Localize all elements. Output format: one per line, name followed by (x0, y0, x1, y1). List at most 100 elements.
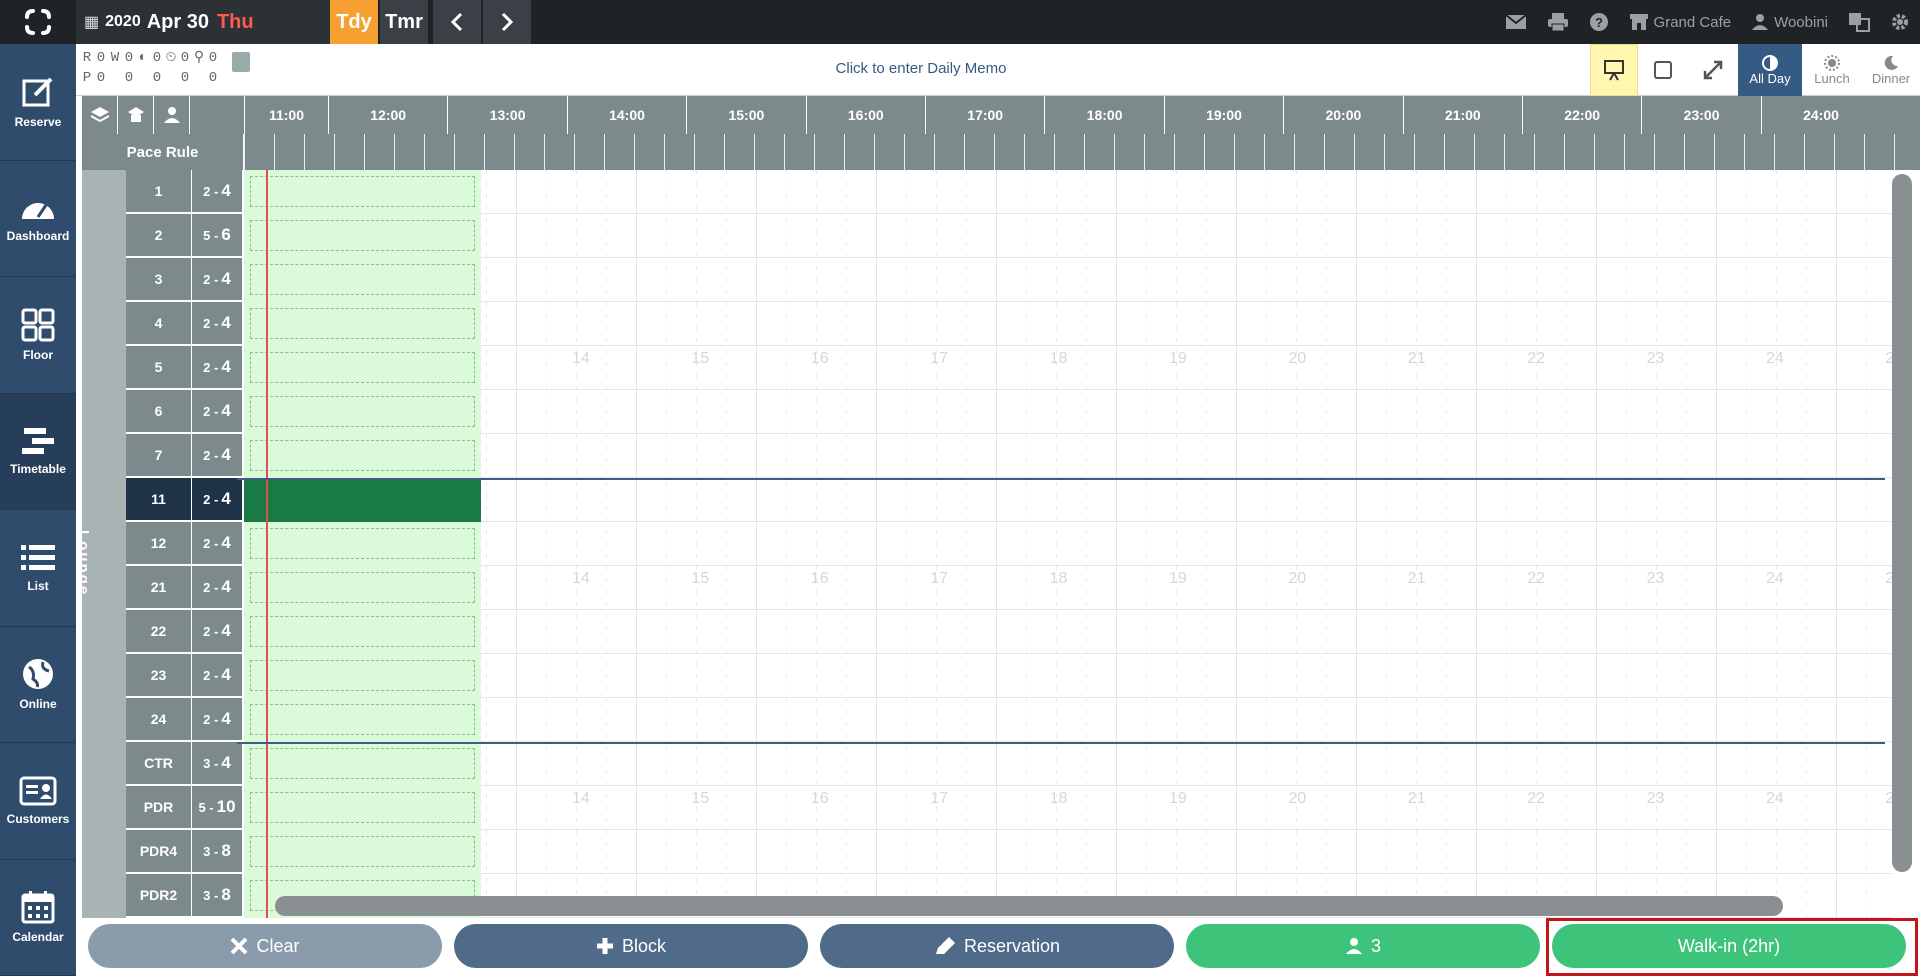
layers-icon[interactable] (82, 96, 118, 134)
sidebar-item-label: Timetable (10, 462, 66, 477)
table-row[interactable]: 21 2 -4 (126, 566, 242, 610)
shift-dinner-button[interactable]: Dinner (1862, 44, 1920, 96)
pace-tick (1234, 134, 1235, 170)
available-slot[interactable] (244, 654, 481, 698)
shift-label: Dinner (1871, 70, 1911, 86)
table-row[interactable]: 11 2 -4 (126, 478, 242, 522)
sidebar-item-list[interactable]: List (0, 510, 76, 627)
sidebar-item-reserve[interactable]: Reserve (0, 44, 76, 161)
slot-outline (250, 660, 475, 691)
help-icon[interactable]: ? (1589, 12, 1609, 32)
slot-outline (250, 220, 475, 251)
table-row[interactable]: PDR4 3 -8 (126, 830, 242, 874)
shift-lunch-button[interactable]: Lunch (1802, 44, 1862, 96)
gear-icon[interactable] (1890, 12, 1910, 32)
mail-icon[interactable] (1504, 14, 1527, 30)
party-size-button[interactable]: 3 (1186, 924, 1540, 968)
table-row[interactable]: 52 -4 (126, 346, 242, 390)
pace-tick (934, 134, 935, 170)
sidebar-item-label: Online (19, 697, 57, 712)
table-row[interactable]: 32 -4 (126, 258, 242, 302)
table-row[interactable]: 22 2 -4 (126, 610, 242, 654)
tomorrow-button[interactable]: Tmr (380, 0, 428, 44)
sidebar-item-floor[interactable]: Floor (0, 277, 76, 394)
horizontal-scrollbar[interactable] (275, 896, 1783, 916)
table-row[interactable]: 42 -4 (126, 302, 242, 346)
hour-watermark: 23 (1646, 350, 1665, 367)
capacity-icon[interactable] (154, 96, 190, 134)
pace-tick (1714, 134, 1715, 170)
capacity-max: 4 (221, 401, 231, 420)
grid-row-line (244, 301, 1892, 302)
available-slot[interactable] (244, 610, 481, 654)
half-circle-icon (1762, 54, 1778, 71)
grid-line (1326, 170, 1327, 918)
table-row[interactable]: 12 2 -4 (126, 522, 242, 566)
table-row[interactable]: 12 -4 (126, 170, 242, 214)
available-slot[interactable] (244, 434, 481, 478)
selected-slot[interactable] (244, 478, 481, 522)
block-button[interactable]: Block (454, 924, 808, 968)
restaurant-selector[interactable]: Grand Cafe (1629, 13, 1731, 31)
fullscreen-button[interactable] (1688, 44, 1738, 96)
capacity-max: 4 (221, 577, 231, 596)
table-type-icon[interactable] (118, 96, 154, 134)
available-slot[interactable] (244, 698, 481, 742)
user-menu[interactable]: Woobini (1751, 13, 1828, 31)
prev-day-button[interactable] (433, 0, 481, 44)
table-row[interactable]: 72 -4 (126, 434, 242, 478)
sidebar-item-online[interactable]: Online (0, 627, 76, 743)
sidebar-item-label: Customers (6, 811, 70, 826)
grid-line (1116, 170, 1117, 918)
walk-in-highlight (1546, 918, 1918, 976)
table-row[interactable]: 62 -4 (126, 390, 242, 434)
slot-outline (250, 308, 475, 339)
hour-watermark: 16 (810, 350, 829, 367)
translate-icon[interactable] (1848, 12, 1870, 32)
table-row[interactable]: PDR 5 -10 (126, 786, 242, 830)
available-slot[interactable] (244, 566, 481, 610)
table-row[interactable]: PDR2 3 -8 (126, 874, 242, 918)
capacity-max: 4 (221, 181, 231, 200)
shift-all-day-button[interactable]: All Day (1738, 44, 1802, 96)
print-icon[interactable] (1547, 12, 1569, 32)
sidebar-item-timetable[interactable]: Timetable (0, 393, 76, 510)
reservation-button[interactable]: Reservation (820, 924, 1174, 968)
hour-watermark: 21 (1407, 350, 1426, 367)
table-row[interactable]: 23 2 -4 (126, 654, 242, 698)
available-slot[interactable] (244, 522, 481, 566)
table-row[interactable]: 25 -6 (126, 214, 242, 258)
available-slot[interactable] (244, 170, 481, 214)
available-slot[interactable] (244, 742, 481, 786)
available-slot[interactable] (244, 830, 481, 874)
timetable-grid[interactable]: 14 15 16 17 18 19 20 21 22 23 24 25 14 15 16 17 18 19 20 21… (244, 170, 1892, 918)
presentation-mode-button[interactable] (1590, 44, 1638, 96)
capacity-max: 4 (221, 445, 231, 464)
app-logo-icon[interactable] (0, 0, 76, 44)
sidebar-item-customers[interactable]: Customers (0, 743, 76, 860)
available-slot[interactable] (244, 786, 481, 830)
table-capacity: 3 -8 (192, 830, 242, 873)
globe-icon (23, 659, 53, 690)
available-slot[interactable] (244, 346, 481, 390)
vertical-scrollbar[interactable] (1892, 174, 1912, 872)
sidebar-item-calendar[interactable]: Calendar (0, 860, 76, 976)
sidebar-item-dashboard[interactable]: Dashboard (0, 161, 76, 277)
grid-line (1806, 170, 1807, 918)
hour-watermark: 16 (810, 790, 829, 807)
available-slot[interactable] (244, 390, 481, 434)
table-row[interactable]: CTR 3 -4 (126, 742, 242, 786)
available-slot[interactable] (244, 214, 481, 258)
daily-memo[interactable]: Click to enter Daily Memo (76, 60, 1766, 77)
available-slot[interactable] (244, 302, 481, 346)
compact-view-button[interactable] (1638, 44, 1688, 96)
date-picker[interactable]: ▦ 2020 Apr 30 Thu (76, 0, 330, 44)
available-slot[interactable] (244, 258, 481, 302)
slot-outline (250, 352, 475, 383)
next-day-button[interactable] (483, 0, 531, 44)
clear-button[interactable]: Clear (88, 924, 442, 968)
pace-tick (454, 134, 455, 170)
today-button[interactable]: Tdy (330, 0, 378, 44)
svg-text:?: ? (1595, 15, 1603, 30)
table-row[interactable]: 24 2 -4 (126, 698, 242, 742)
